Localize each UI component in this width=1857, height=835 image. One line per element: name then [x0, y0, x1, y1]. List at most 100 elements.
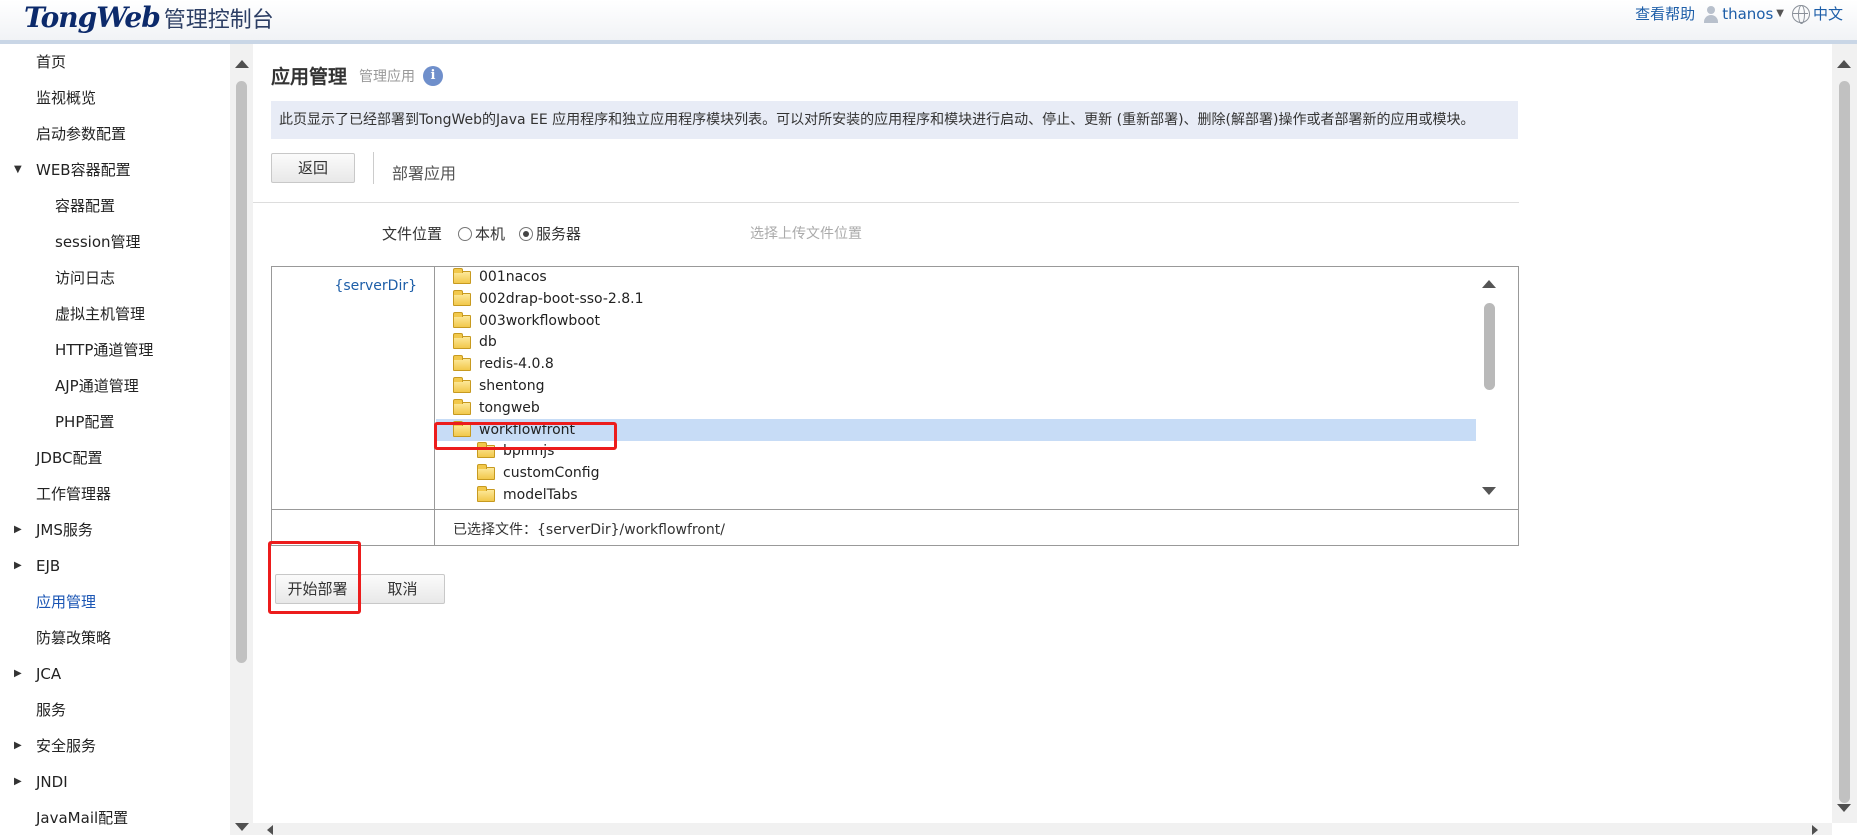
radio-local[interactable]: 本机 [458, 223, 505, 244]
sidebar-item[interactable]: 监视概览 [0, 83, 230, 113]
caret-right-icon[interactable]: ▶ [14, 515, 22, 545]
radio-server-input[interactable] [519, 226, 533, 241]
sidebar-item[interactable]: 访问日志 [0, 263, 230, 293]
file-location-label: 文件位置 [382, 225, 443, 243]
sidebar-item[interactable]: 服务 [0, 695, 230, 725]
sidebar-item-label: AJP通道管理 [55, 377, 139, 395]
scroll-up-arrow-icon[interactable] [235, 60, 249, 68]
tree-item-label: workflowfront [479, 421, 576, 438]
sidebar-item[interactable]: JavaMail配置 [0, 803, 230, 833]
scroll-up-arrow-icon[interactable] [1482, 280, 1496, 288]
sidebar-item[interactable]: HTTP通道管理 [0, 335, 230, 365]
sidebar-nav: 首页监视概览启动参数配置 ▼ WEB容器配置 容器配置 session管理 访问日志虚拟主… [0, 44, 230, 835]
tree-item[interactable]: 002drap-boot-sso-2.8.1 [436, 288, 1476, 310]
tree-item[interactable]: 001nacos [436, 267, 1476, 288]
page-scrollbar[interactable] [1832, 44, 1857, 823]
scroll-left-arrow-icon[interactable] [267, 825, 273, 835]
sidebar-item[interactable]: AJP通道管理 [0, 371, 230, 401]
tree-item-label: db [479, 334, 497, 351]
sidebar-item[interactable]: 容器配置 [0, 191, 230, 221]
scroll-right-arrow-icon[interactable] [1812, 825, 1818, 835]
scroll-thumb[interactable] [1839, 81, 1850, 803]
caret-down-icon[interactable]: ▼ [14, 155, 22, 185]
caret-down-icon: ▼ [1776, 8, 1784, 19]
sidebar-item[interactable]: 首页 [0, 47, 230, 77]
sidebar-item[interactable]: 工作管理器 [0, 479, 230, 509]
sidebar-item[interactable]: 应用管理 [0, 587, 230, 617]
tree-item[interactable]: shentong [436, 375, 1476, 397]
caret-right-icon[interactable]: ▶ [14, 659, 22, 689]
sidebar-item[interactable]: PHP配置 [0, 407, 230, 437]
sidebar-item[interactable]: ▶ JMS服务 [0, 515, 230, 545]
sidebar-item[interactable]: 虚拟主机管理 [0, 299, 230, 329]
sidebar-item-label: JMS服务 [36, 521, 93, 539]
sidebar-item[interactable]: 启动参数配置 [0, 119, 230, 149]
sidebar-item[interactable]: 防篡改策略 [0, 623, 230, 653]
cancel-button[interactable]: 取消 [360, 574, 445, 604]
tree-item[interactable]: db [436, 331, 1476, 353]
info-icon[interactable]: i [423, 65, 444, 86]
language-label: 中文 [1812, 5, 1843, 23]
tree-item-selected[interactable]: workflowfront [436, 418, 1476, 441]
tree-item-label: tongweb [479, 399, 540, 416]
folder-tree: modelTabs customConfig bpmnjs workflowfront… [436, 267, 1518, 509]
scroll-down-arrow-icon[interactable] [1482, 487, 1496, 495]
sidebar-item-label: EJB [36, 557, 61, 575]
language-switcher[interactable]: 中文 [1791, 3, 1843, 24]
sidebar-item[interactable]: ▶ JCA [0, 659, 230, 689]
server-dir-cell: {serverDir} [272, 267, 435, 545]
sidebar-item-label: 安全服务 [36, 737, 97, 755]
help-link[interactable]: 查看帮助 [1635, 3, 1695, 24]
sidebar-scrollbar[interactable] [230, 44, 253, 835]
tree-item[interactable]: redis-4.0.8 [436, 353, 1476, 375]
folder-icon [453, 268, 471, 284]
folder-icon [477, 486, 495, 502]
tree-item-label: 001nacos [479, 269, 547, 285]
scroll-thumb[interactable] [236, 81, 247, 663]
page-title: 应用管理 [271, 66, 348, 88]
section-title: 部署应用 [392, 164, 457, 183]
sidebar-item-label: 防篡改策略 [36, 629, 112, 647]
caret-right-icon[interactable]: ▶ [14, 767, 22, 797]
back-button[interactable]: 返回 [271, 153, 355, 183]
sidebar-item[interactable]: ▶ EJB [0, 551, 230, 581]
caret-right-icon[interactable]: ▶ [14, 731, 22, 761]
tree-item[interactable]: modelTabs [436, 484, 1476, 506]
sidebar-item-label: 启动参数配置 [36, 125, 127, 143]
sidebar-item[interactable]: ▶ JNDI [0, 767, 230, 797]
tree-item[interactable]: tongweb [436, 397, 1476, 419]
sidebar-item[interactable]: JDBC配置 [0, 443, 230, 473]
main-content: 应用管理 管理应用 i 此页显示了已经部署到TongWeb的Java EE 应用… [253, 44, 1832, 823]
caret-right-icon[interactable]: ▶ [14, 551, 22, 581]
sidebar-item[interactable]: ▶ 安全服务 [0, 731, 230, 761]
row-divider [272, 509, 1518, 510]
folder-icon [453, 398, 471, 415]
sidebar-item-label: HTTP通道管理 [55, 341, 154, 359]
scroll-down-arrow-icon[interactable] [235, 823, 249, 831]
sidebar-item-label: 服务 [36, 701, 67, 719]
horizontal-scrollbar[interactable] [253, 823, 1832, 835]
selected-file-label: 已选择文件： [453, 522, 537, 538]
username: thanos [1722, 4, 1774, 23]
header-toolbar: 查看帮助 thanos ▼ 中文 [1635, 3, 1843, 24]
user-icon [1703, 5, 1719, 23]
divider [373, 152, 374, 184]
tree-item[interactable]: bpmnjs [436, 440, 1476, 462]
radio-local-input[interactable] [458, 226, 472, 241]
sidebar-item-label: 虚拟主机管理 [55, 305, 146, 323]
tree-item[interactable]: 003workflowboot [436, 310, 1476, 332]
sidebar-item[interactable]: session管理 [0, 227, 230, 257]
scroll-up-arrow-icon[interactable] [1837, 60, 1851, 68]
scroll-thumb[interactable] [1484, 303, 1495, 390]
radio-server[interactable]: 服务器 [519, 223, 581, 244]
start-deploy-button[interactable]: 开始部署 [275, 574, 360, 604]
tree-item[interactable]: customConfig [436, 462, 1476, 484]
scroll-down-arrow-icon[interactable] [1837, 804, 1851, 812]
sidebar-item[interactable]: ▼ WEB容器配置 [0, 155, 230, 185]
tree-item-label: redis-4.0.8 [479, 356, 554, 373]
sidebar-item-label: JavaMail配置 [36, 809, 129, 827]
user-menu[interactable]: thanos ▼ [1703, 5, 1784, 23]
tree-scrollbar[interactable] [1476, 267, 1502, 509]
sidebar-item-label: JDBC配置 [36, 449, 103, 467]
folder-icon [453, 333, 471, 350]
